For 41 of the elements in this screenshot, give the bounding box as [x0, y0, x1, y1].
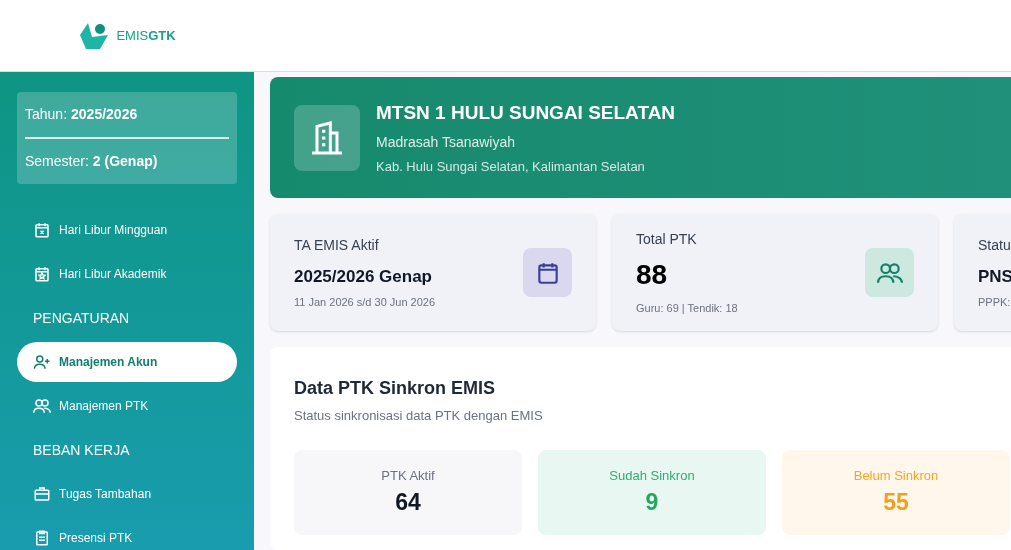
stat-value: 88	[636, 257, 669, 292]
school-location: Kab. Hulu Sungai Selatan, Kalimantan Selatan	[376, 157, 646, 176]
section-header: PENGATURAN	[32, 308, 131, 328]
sidebar-item[interactable]: Tugas Tambahan	[17, 474, 237, 514]
sync-stat-label: Belum Sinkron	[853, 466, 939, 485]
briefcase-icon	[33, 485, 51, 503]
sync-stat-label: PTK Aktif	[381, 466, 435, 485]
calendar-star-icon	[33, 265, 51, 283]
period-value: 2025/2026	[71, 105, 138, 124]
logo-text: EMISGTK	[116, 26, 176, 45]
section-subtitle: Status sinkronisasi data PTK dengan EMIS	[294, 407, 544, 425]
sidebar-item[interactable]: Hari Libur Akademik	[17, 254, 237, 294]
period-value: 2 (Genap)	[92, 152, 158, 171]
sync-stat-value: 64	[395, 488, 421, 517]
stat-note: PPPK:	[978, 294, 1011, 310]
calendar-x-icon	[33, 221, 51, 239]
calendar-icon	[523, 248, 572, 297]
sync-stat-value: 55	[883, 488, 909, 517]
stat-label: TA EMIS Aktif	[294, 236, 380, 255]
sidebar-item[interactable]: Manajemen PTK	[17, 386, 237, 426]
clipboard-icon	[33, 529, 51, 547]
users-icon	[865, 248, 914, 297]
users-icon	[33, 397, 51, 415]
stat-note: Guru: 69 | Tendik: 18	[636, 300, 738, 316]
building-icon	[294, 104, 360, 171]
section-title: Data PTK Sinkron EMIS	[294, 377, 497, 400]
school-name: MTSN 1 HULU SUNGAI SELATAN	[376, 101, 676, 125]
stat-label: Statu	[978, 236, 1011, 255]
stat-label: Total PTK	[636, 229, 698, 249]
sync-stat-value: 9	[645, 488, 659, 517]
sync-stat-label: Sudah Sinkron	[609, 466, 695, 485]
period-label: Tahun:	[25, 105, 68, 124]
sidebar-item[interactable]: Manajemen Akun	[17, 342, 237, 382]
period-label: Semester:	[25, 152, 89, 171]
user-plus-icon	[33, 353, 51, 371]
stat-value: 2025/2026 Genap	[294, 266, 433, 288]
sidebar-item[interactable]: Hari Libur Mingguan	[17, 210, 237, 250]
section-header: BEBAN KERJA	[32, 440, 131, 460]
sidebar-item[interactable]: Presensi PTK	[17, 518, 237, 550]
stat-note: 11 Jan 2026 s/d 30 Jun 2026	[294, 294, 436, 310]
school-type: Madrasah Tsanawiyah	[376, 132, 517, 152]
